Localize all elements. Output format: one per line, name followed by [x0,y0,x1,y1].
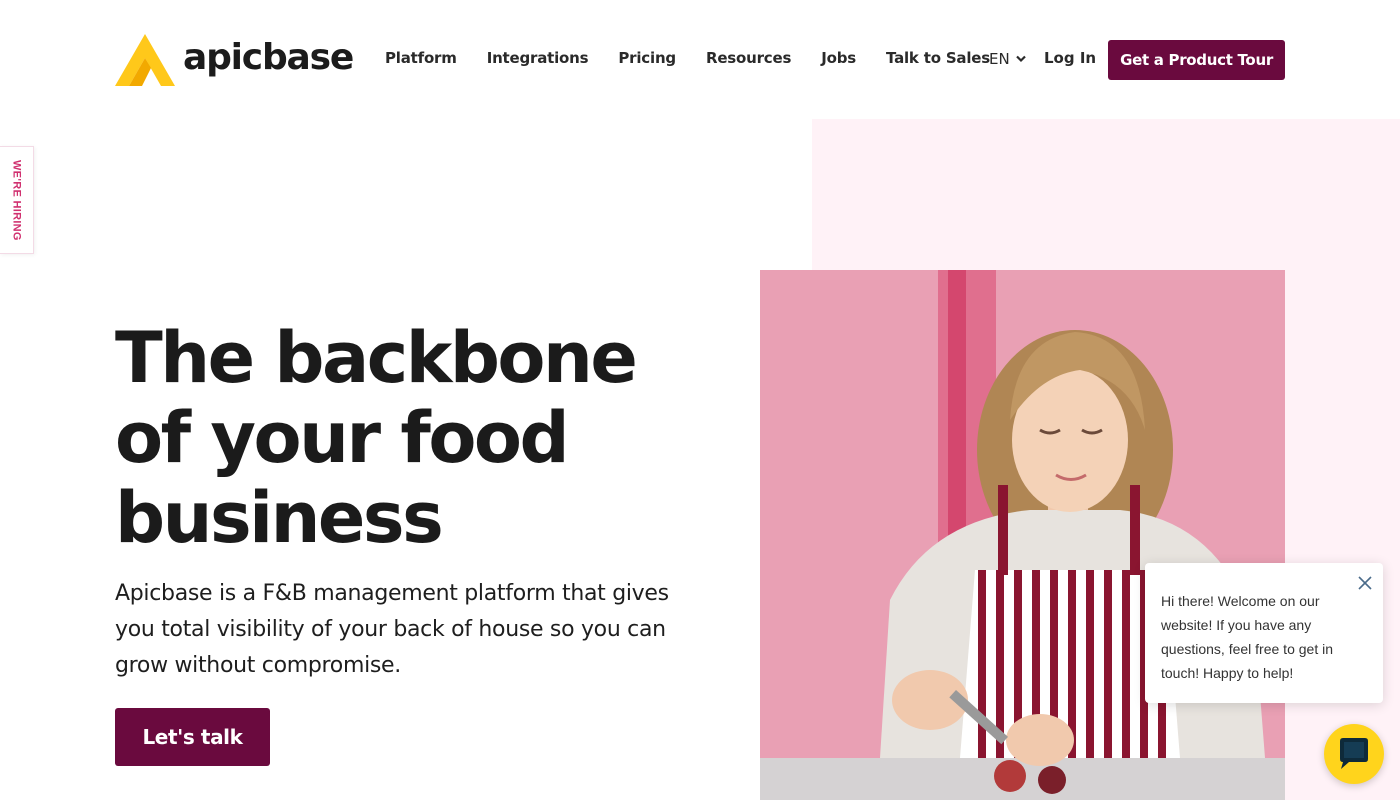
chat-bubble-icon [1340,738,1368,769]
hiring-tab-label: WE'RE HIRING [10,159,23,241]
nav-platform[interactable]: Platform [385,49,457,67]
language-selector[interactable]: EN [989,50,1026,68]
hiring-tab[interactable]: WE'RE HIRING [0,146,34,254]
logo-mark-icon [115,34,175,86]
nav-talk-to-sales[interactable]: Talk to Sales [886,49,990,67]
headline-line-3: business [115,477,444,559]
language-label: EN [989,50,1010,68]
chat-welcome-popup[interactable]: Hi there! Welcome on our website! If you… [1145,563,1383,703]
main-nav: Platform Integrations Pricing Resources … [385,49,990,67]
logo-text: apicbase [183,37,354,78]
login-link[interactable]: Log In [1044,49,1096,67]
nav-pricing[interactable]: Pricing [618,49,676,67]
hero-headline: The backbone of your food business [115,318,735,558]
hero-subtext: Apicbase is a F&B management platform th… [115,581,669,678]
nav-integrations[interactable]: Integrations [487,49,589,67]
nav-jobs[interactable]: Jobs [821,49,856,67]
nav-resources[interactable]: Resources [706,49,791,67]
close-icon[interactable] [1357,575,1373,591]
headline-line-2: of your food [115,397,570,479]
apicbase-logo[interactable]: apicbase [115,32,354,88]
chat-launcher-button[interactable] [1324,724,1384,784]
chat-message: Hi there! Welcome on our website! If you… [1161,593,1333,681]
headline-line-1: The backbone [115,317,638,399]
product-tour-button[interactable]: Get a Product Tour [1108,40,1285,80]
chevron-down-icon [1015,55,1026,63]
chef-illustration [760,270,1285,800]
lets-talk-button[interactable]: Let's talk [115,708,270,766]
hero-photo [760,270,1285,800]
